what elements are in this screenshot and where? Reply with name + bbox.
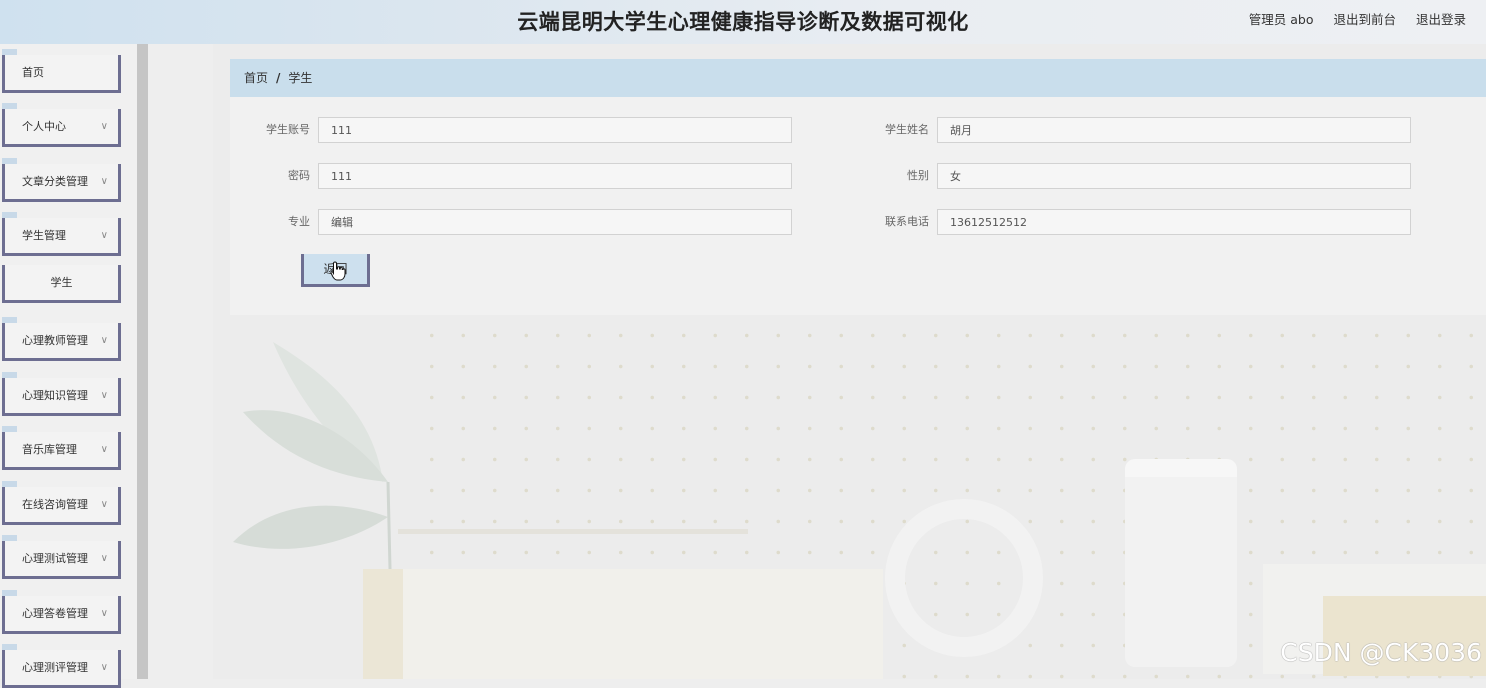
- sidebar-item-knowledge-management[interactable]: 心理知识管理 ∨: [2, 372, 121, 416]
- chevron-down-icon: ∨: [100, 608, 108, 619]
- nav-tab-marker: [2, 590, 17, 596]
- plant-decoration-icon: [233, 342, 393, 612]
- nav-tab-marker: [2, 317, 17, 323]
- major-field[interactable]: [318, 209, 792, 235]
- sidebar-item-online-consult[interactable]: 在线咨询管理 ∨: [2, 481, 121, 525]
- student-name-field[interactable]: [937, 117, 1411, 143]
- chevron-down-icon: ∨: [100, 553, 108, 564]
- sidebar-item-home[interactable]: 首页: [2, 49, 121, 93]
- sidebar-item-test-management[interactable]: 心理测试管理 ∨: [2, 535, 121, 579]
- breadcrumb-current: 学生: [288, 71, 313, 85]
- chevron-down-icon: ∨: [100, 390, 108, 401]
- sidebar-subitem-student[interactable]: 学生: [2, 265, 121, 303]
- sidebar-item-label: 个人中心: [22, 120, 66, 133]
- chevron-down-icon: ∨: [100, 444, 108, 455]
- hand-pointer-cursor-icon: [330, 261, 346, 281]
- nav-tab-marker: [2, 49, 17, 55]
- admin-label: 管理员 abo: [1248, 12, 1314, 27]
- sidebar-item-label: 在线咨询管理: [22, 498, 88, 511]
- sidebar-item-label: 首页: [22, 66, 44, 79]
- top-header: 云端昆明大学生心理健康指导诊断及数据可视化 管理员 abo 退出到前台 退出登录: [0, 0, 1486, 44]
- sidebar-item-assessment[interactable]: 心理测评管理 ∨: [2, 644, 121, 688]
- nav-tab-marker: [2, 535, 17, 541]
- chevron-down-icon: ∨: [100, 230, 108, 241]
- exit-to-front-link[interactable]: 退出到前台: [1333, 12, 1396, 27]
- nav-tab-marker: [2, 644, 17, 650]
- chevron-down-icon: ∨: [100, 662, 108, 673]
- sidebar-item-label: 心理测评管理: [22, 661, 88, 674]
- gender-field[interactable]: [937, 163, 1411, 189]
- sidebar-item-label: 心理知识管理: [22, 389, 88, 402]
- sidebar-item-label: 心理教师管理: [22, 334, 88, 347]
- nav-tab-marker: [2, 426, 17, 432]
- main-content: 首页 / 学生 学生账号 学生姓名 密码 性别 专业 联系电话 返回 CSDN @C…: [213, 44, 1486, 679]
- shelf-decoration: [398, 529, 748, 534]
- sidebar-item-label: 音乐库管理: [22, 443, 77, 456]
- sidebar-item-teacher-management[interactable]: 心理教师管理 ∨: [2, 317, 121, 361]
- sidebar-divider: [137, 44, 148, 679]
- sidebar-item-label: 文章分类管理: [22, 175, 88, 188]
- sidebar-item-label: 学生管理: [22, 229, 66, 242]
- breadcrumb-separator: /: [276, 71, 281, 85]
- sidebar: 首页 个人中心 ∨ 文章分类管理 ∨ 学生管理 ∨ 学生 心理教师管理 ∨ 心理…: [0, 44, 148, 688]
- sidebar-item-label: 心理答卷管理: [22, 607, 88, 620]
- sidebar-item-label: 学生: [50, 276, 73, 289]
- header-actions: 管理员 abo 退出到前台 退出登录: [1233, 0, 1466, 40]
- student-account-field[interactable]: [318, 117, 792, 143]
- sidebar-item-student-management[interactable]: 学生管理 ∨: [2, 212, 121, 256]
- chevron-down-icon: ∨: [100, 176, 108, 187]
- student-name-label: 学生姓名: [885, 123, 929, 136]
- student-detail-form: 学生账号 学生姓名 密码 性别 专业 联系电话 返回: [230, 97, 1486, 315]
- password-field[interactable]: [318, 163, 792, 189]
- box-decoration: [363, 569, 883, 679]
- password-label: 密码: [288, 169, 310, 182]
- sidebar-item-label: 心理测试管理: [22, 552, 88, 565]
- watermark: CSDN @CK3036: [1280, 638, 1482, 667]
- nav-tab-marker: [2, 158, 17, 164]
- phone-label: 联系电话: [885, 215, 929, 228]
- chevron-down-icon: ∨: [100, 335, 108, 346]
- nav-tab-marker: [2, 481, 17, 487]
- major-label: 专业: [288, 215, 310, 228]
- logout-link[interactable]: 退出登录: [1416, 12, 1466, 27]
- nav-tab-marker: [2, 103, 17, 109]
- breadcrumb: 首页 / 学生: [230, 59, 1486, 97]
- sidebar-item-music-library[interactable]: 音乐库管理 ∨: [2, 426, 121, 470]
- cylinder-decoration: [1125, 459, 1237, 667]
- sidebar-item-article-category[interactable]: 文章分类管理 ∨: [2, 158, 121, 202]
- chevron-down-icon: ∨: [100, 121, 108, 132]
- gender-label: 性别: [907, 169, 929, 182]
- nav-tab-marker: [2, 212, 17, 218]
- chevron-down-icon: ∨: [100, 499, 108, 510]
- phone-field[interactable]: [937, 209, 1411, 235]
- student-account-label: 学生账号: [266, 123, 310, 136]
- ring-decoration: [885, 499, 1043, 657]
- nav-tab-marker: [2, 372, 17, 378]
- breadcrumb-home[interactable]: 首页: [244, 71, 268, 85]
- sidebar-item-personal-center[interactable]: 个人中心 ∨: [2, 103, 121, 147]
- sidebar-item-answer-sheet[interactable]: 心理答卷管理 ∨: [2, 590, 121, 634]
